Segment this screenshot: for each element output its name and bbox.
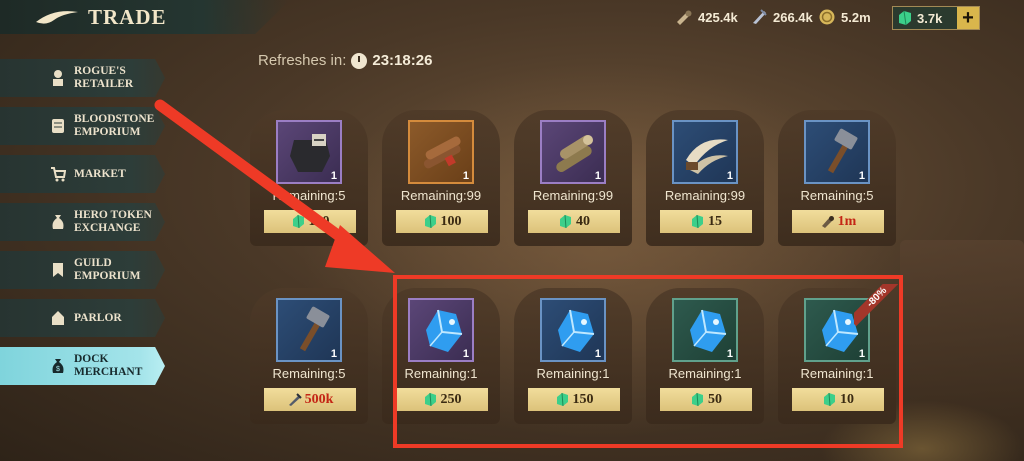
add-gems-button[interactable]: + <box>957 7 979 29</box>
gem-icon <box>692 214 703 229</box>
ore-icon <box>753 9 767 24</box>
resource-ore: 266.4k <box>750 8 813 26</box>
coin-icon <box>819 9 835 25</box>
merchant-icon <box>53 70 63 86</box>
item-quantity: 1 <box>726 170 733 182</box>
sidebar-item-label: DOCK MERCHANT <box>74 353 143 378</box>
shop-item-card[interactable]: 1 Remaining:99 15 <box>646 110 764 246</box>
remaining-label: Remaining:99 <box>532 188 614 203</box>
top-bar: TRADE 425.4k 266.4k 5.2m 3.7k + <box>0 0 1024 36</box>
ore-icon <box>288 393 302 406</box>
wood-icon <box>821 216 834 228</box>
hammer-icon <box>299 306 330 352</box>
sidebar-item-label: ROGUE'S RETAILER <box>74 65 134 90</box>
item-quantity: 1 <box>858 170 865 182</box>
back-arrow-icon[interactable] <box>34 6 80 28</box>
gem-icon <box>560 214 571 229</box>
item-slot[interactable]: 1 <box>408 120 474 184</box>
hammer-icon <box>827 128 858 174</box>
sidebar-item-bloodstone-emporium[interactable]: BLOODSTONE EMPORIUM <box>0 107 165 145</box>
logs-icon <box>556 135 593 172</box>
item-slot[interactable]: 1 <box>276 298 342 362</box>
refresh-label: Refreshes in: <box>258 52 347 69</box>
price-value: 100 <box>440 213 462 229</box>
remaining-label: Remaining:5 <box>800 188 874 203</box>
sidebar-item-label: PARLOR <box>74 311 122 324</box>
sidebar-item-label: HERO TOKEN EXCHANGE <box>74 209 152 234</box>
page-title: TRADE <box>88 5 167 29</box>
svg-text:$: $ <box>56 366 60 373</box>
resource-value: 425.4k <box>698 9 738 25</box>
resource-coin: 5.2m <box>818 8 871 26</box>
sidebar-item-guild-emporium[interactable]: GUILD EMPORIUM <box>0 251 165 289</box>
buy-price-button[interactable]: 15 <box>660 210 752 233</box>
refresh-time: 23:18:26 <box>372 52 433 69</box>
sidebar-item-parlor[interactable]: PARLOR <box>0 299 165 337</box>
sidebar-item-label: GUILD EMPORIUM <box>74 257 141 282</box>
shop-item-card[interactable]: 1 Remaining:99 40 <box>514 110 632 246</box>
shop-item-card[interactable]: 1 Remaining:5 1m <box>778 110 896 246</box>
cigars-icon <box>423 136 461 169</box>
refresh-timer: Refreshes in: 23:18:26 <box>258 52 432 69</box>
resource-value: 5.2m <box>841 9 871 25</box>
remaining-label: Remaining:5 <box>272 366 346 381</box>
banner-icon <box>53 263 63 277</box>
clock-icon <box>351 52 368 69</box>
item-quantity: 1 <box>330 348 337 360</box>
price-value: 15 <box>708 213 722 229</box>
background-treasure-chest <box>900 240 1024 420</box>
buy-price-button[interactable]: 1m <box>792 210 884 233</box>
remaining-label: Remaining:99 <box>664 188 746 203</box>
gem-icon <box>899 10 911 26</box>
parlor-icon <box>52 311 64 325</box>
item-slot[interactable]: 1 <box>672 120 738 184</box>
scroll-icon <box>52 119 64 133</box>
highlight-box-annotation <box>393 275 903 448</box>
gem-icon <box>424 214 436 229</box>
wood-icon <box>677 10 692 25</box>
resource-wood: 425.4k <box>675 8 738 26</box>
item-quantity: 1 <box>462 170 469 182</box>
sidebar-item-label: BLOODSTONE EMPORIUM <box>74 113 155 138</box>
item-slot[interactable]: 1 <box>804 120 870 184</box>
sidebar-item-rogues-retailer[interactable]: ROGUE'S RETAILER <box>0 59 165 97</box>
cart-icon <box>51 167 66 182</box>
gem-counter: 3.7k + <box>892 6 980 30</box>
buy-price-button[interactable]: 500k <box>264 388 356 411</box>
coin-bag-icon <box>52 215 64 229</box>
resource-value: 266.4k <box>773 9 813 25</box>
shop-item-card[interactable]: 1 Remaining:5 500k <box>250 288 368 424</box>
item-slot[interactable]: 1 <box>540 120 606 184</box>
buy-price-button[interactable]: 40 <box>528 210 620 233</box>
red-arrow-annotation <box>154 99 395 273</box>
sidebar-item-hero-token-exchange[interactable]: HERO TOKEN EXCHANGE <box>0 203 165 241</box>
sidebar-item-dock-merchant[interactable]: $ DOCK MERCHANT <box>0 347 165 385</box>
price-value: 500k <box>304 391 334 407</box>
price-value: 1m <box>837 213 857 229</box>
sidebar-item-label: MARKET <box>74 167 126 180</box>
gem-value: 3.7k <box>917 10 943 26</box>
money-bag-icon: $ <box>52 359 64 373</box>
item-quantity: 1 <box>594 170 601 182</box>
price-value: 40 <box>576 213 590 229</box>
horns-icon <box>686 139 728 174</box>
sidebar-item-market[interactable]: MARKET <box>0 155 165 193</box>
